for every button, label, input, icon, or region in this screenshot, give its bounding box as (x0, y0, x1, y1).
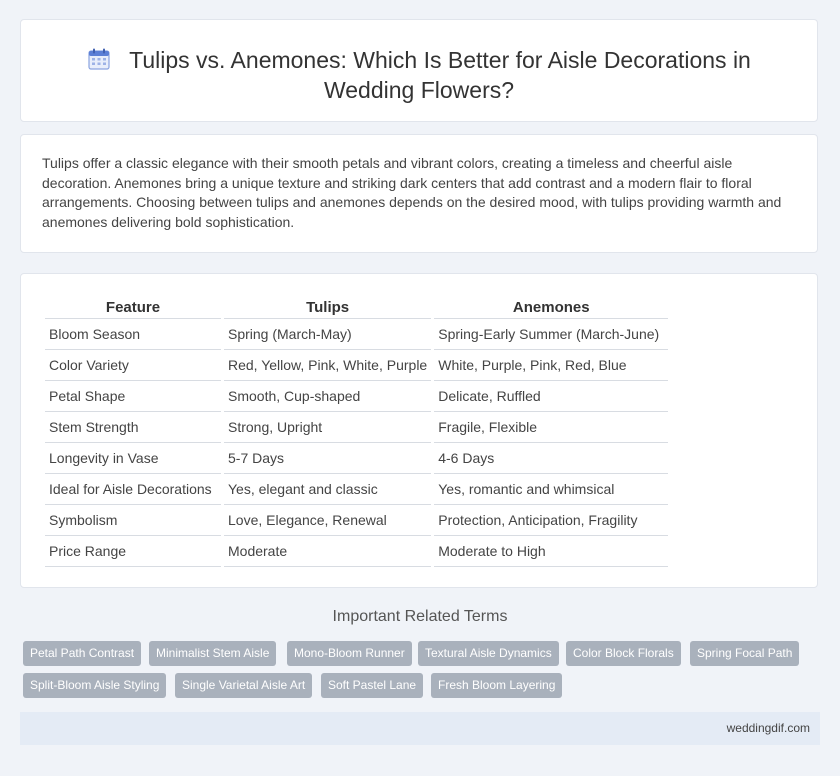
table-row: Bloom Season Spring (March-May) Spring-E… (45, 319, 669, 350)
related-terms-title: Important Related Terms (332, 608, 508, 625)
tag-split-bloom-aisle-styling[interactable]: Split-Bloom Aisle Styling (23, 673, 167, 698)
tulips-cell: Moderate (224, 536, 432, 567)
tag-minimalist-stem-aisle[interactable]: Minimalist Stem Aisle (149, 641, 277, 666)
tag-petal-path-contrast[interactable]: Petal Path Contrast (23, 641, 142, 666)
table-row: Ideal for Aisle Decorations Yes, elegant… (45, 474, 669, 505)
calendar-icon (88, 48, 110, 70)
page-title: Tulips vs. Anemones: Which Is Better for… (129, 47, 751, 103)
tulips-cell: 5-7 Days (224, 443, 432, 474)
tag-color-block-florals[interactable]: Color Block Florals (566, 641, 681, 666)
anemones-cell: White, Purple, Pink, Red, Blue (434, 350, 669, 381)
anemones-cell: Yes, romantic and whimsical (434, 474, 669, 505)
tulips-cell: Red, Yellow, Pink, White, Purple (224, 350, 432, 381)
anemones-cell: Moderate to High (434, 536, 669, 567)
title-card: Tulips vs. Anemones: Which Is Better for… (20, 19, 818, 122)
table-row: Price Range Moderate Moderate to High (45, 536, 669, 567)
comparison-table: Feature Tulips Anemones Bloom Season Spr… (42, 296, 671, 567)
feature-cell: Color Variety (45, 350, 221, 381)
intro-card: Tulips offer a classic elegance with the… (20, 134, 818, 253)
header-feature: Feature (45, 296, 221, 319)
table-row: Stem Strength Strong, Upright Fragile, F… (45, 412, 669, 443)
table-row: Symbolism Love, Elegance, Renewal Protec… (45, 505, 669, 536)
feature-cell: Stem Strength (45, 412, 221, 443)
table-row: Color Variety Red, Yellow, Pink, White, … (45, 350, 669, 381)
page-title-wrap: Tulips vs. Anemones: Which Is Better for… (21, 45, 817, 105)
tulips-cell: Strong, Upright (224, 412, 432, 443)
intro-paragraph: Tulips offer a classic elegance with the… (42, 155, 782, 230)
anemones-cell: 4-6 Days (434, 443, 669, 474)
feature-cell: Ideal for Aisle Decorations (45, 474, 221, 505)
feature-cell: Bloom Season (45, 319, 221, 350)
feature-cell: Longevity in Vase (45, 443, 221, 474)
tag-single-varietal-aisle-art[interactable]: Single Varietal Aisle Art (175, 673, 313, 698)
header-tulips: Tulips (224, 296, 432, 319)
tag-soft-pastel-lane[interactable]: Soft Pastel Lane (321, 673, 424, 698)
footer-site-link[interactable]: weddingdif.com (727, 721, 810, 735)
anemones-cell: Protection, Anticipation, Fragility (434, 505, 669, 536)
feature-cell: Symbolism (45, 505, 221, 536)
anemones-cell: Spring-Early Summer (March-June) (434, 319, 669, 350)
table-header-row: Feature Tulips Anemones (45, 296, 669, 319)
table-row: Longevity in Vase 5-7 Days 4-6 Days (45, 443, 669, 474)
tag-fresh-bloom-layering[interactable]: Fresh Bloom Layering (431, 673, 563, 698)
anemones-cell: Fragile, Flexible (434, 412, 669, 443)
tulips-cell: Smooth, Cup-shaped (224, 381, 432, 412)
feature-cell: Price Range (45, 536, 221, 567)
feature-cell: Petal Shape (45, 381, 221, 412)
tag-mono-bloom-runner[interactable]: Mono-Bloom Runner (287, 641, 412, 666)
tag-spring-focal-path[interactable]: Spring Focal Path (690, 641, 800, 666)
tulips-cell: Yes, elegant and classic (224, 474, 432, 505)
header-anemones: Anemones (434, 296, 669, 319)
table-row: Petal Shape Smooth, Cup-shaped Delicate,… (45, 381, 669, 412)
anemones-cell: Delicate, Ruffled (434, 381, 669, 412)
tag-textural-aisle-dynamics[interactable]: Textural Aisle Dynamics (418, 641, 559, 666)
tulips-cell: Love, Elegance, Renewal (224, 505, 432, 536)
comparison-table-card: Feature Tulips Anemones Bloom Season Spr… (20, 273, 818, 588)
tulips-cell: Spring (March-May) (224, 319, 432, 350)
footer: weddingdif.com (20, 712, 820, 745)
